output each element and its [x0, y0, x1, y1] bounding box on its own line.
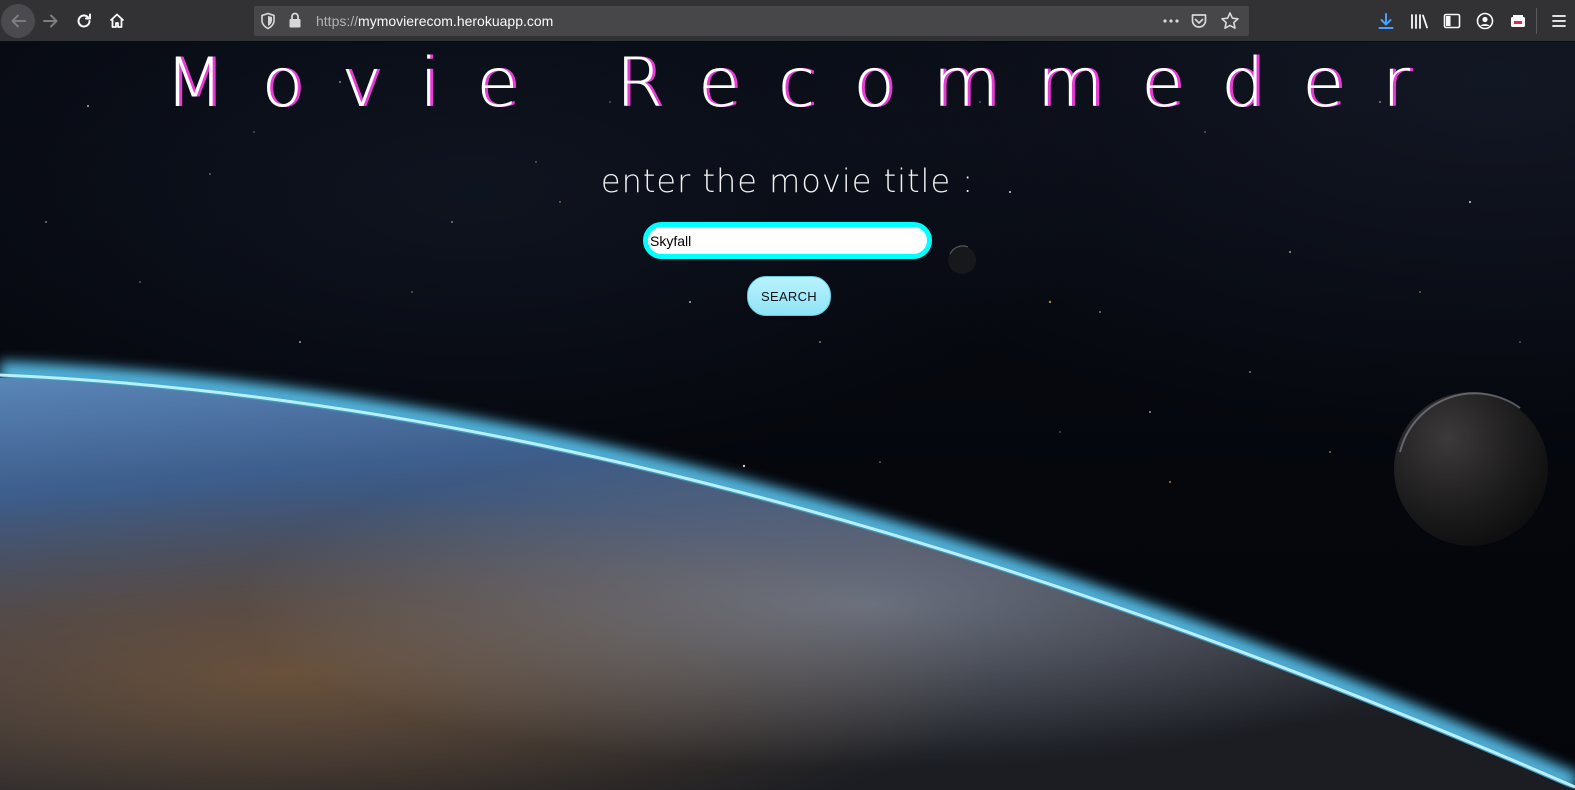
screenshot-icon: [1511, 15, 1525, 27]
star-icon[interactable]: [1220, 11, 1240, 31]
sidebar-button[interactable]: [1436, 5, 1468, 37]
page-subtitle: enter the movie title :: [600, 162, 975, 200]
forward-arrow-icon: [43, 14, 58, 28]
library-button[interactable]: [1403, 5, 1435, 37]
back-arrow-icon: [11, 14, 26, 28]
url-bar[interactable]: https://mymovierecom.herokuapp.com: [254, 6, 1249, 36]
download-icon: [1378, 13, 1394, 29]
movie-title-input[interactable]: [643, 222, 932, 259]
library-icon: [1411, 14, 1428, 29]
url-protocol: https://: [316, 13, 359, 29]
search-button[interactable]: SEARCH: [747, 276, 831, 316]
home-icon: [109, 13, 125, 28]
toolbar-separator: [1536, 8, 1537, 34]
sidebar-icon: [1443, 13, 1461, 29]
downloads-button[interactable]: [1370, 5, 1402, 37]
page-title: Movie Recommeder: [164, 44, 1449, 123]
back-button[interactable]: [1, 4, 35, 38]
menu-button[interactable]: [1543, 5, 1575, 37]
pocket-icon[interactable]: [1190, 12, 1208, 30]
account-button[interactable]: [1469, 5, 1501, 37]
tracking-shield-icon[interactable]: [260, 12, 276, 30]
browser-toolbar: https://mymovierecom.herokuapp.com: [0, 0, 1575, 42]
url-host: mymovierecom.herokuapp.com: [358, 13, 554, 29]
reload-button[interactable]: [68, 5, 100, 37]
url-text[interactable]: https://mymovierecom.herokuapp.com: [316, 6, 553, 36]
home-button[interactable]: [101, 5, 133, 37]
earth-and-planets-background: [0, 245, 1575, 790]
page-content: Movie Recommeder enter the movie title :…: [0, 42, 1575, 790]
reload-icon: [77, 13, 91, 28]
forward-button[interactable]: [35, 5, 67, 37]
account-icon: [1476, 12, 1494, 30]
more-dots-icon[interactable]: [1162, 12, 1180, 30]
hamburger-menu-icon: [1552, 15, 1566, 27]
screenshot-button[interactable]: [1502, 5, 1534, 37]
lock-icon[interactable]: [288, 11, 302, 29]
